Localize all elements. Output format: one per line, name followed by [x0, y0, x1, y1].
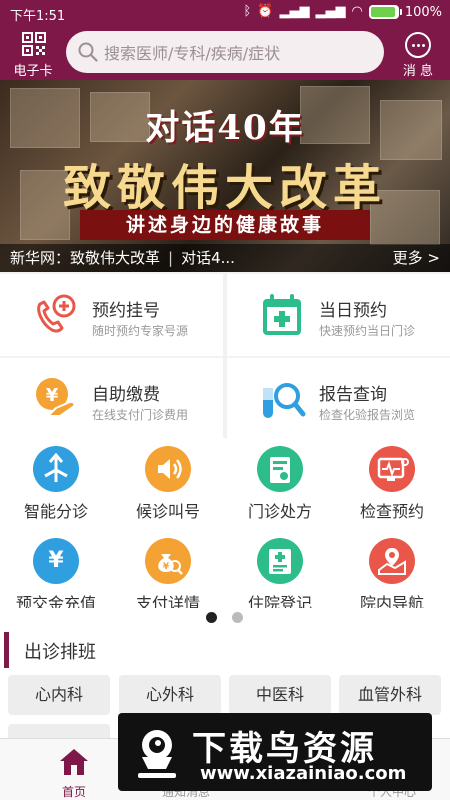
- grid-item-prescription[interactable]: 门诊处方: [224, 438, 336, 530]
- pager-dots: [0, 608, 450, 628]
- status-icons: ᛒ ⏰ ▂▄▆ ▂▄▆ ◠ 100%: [243, 4, 442, 20]
- grid-item-label: 候诊叫号: [135, 502, 200, 521]
- grid-item-queue-call[interactable]: 候诊叫号: [112, 438, 224, 530]
- e-card-label: 电子卡: [13, 64, 53, 79]
- home-icon: [60, 749, 88, 775]
- department-button[interactable]: 心内科: [8, 675, 110, 715]
- signal-icon: ▂▄▆: [279, 4, 310, 19]
- svg-text:¥: ¥: [46, 385, 59, 406]
- battery-icon: [368, 5, 402, 19]
- service-subtitle: 在线支付门诊费用: [92, 408, 189, 422]
- section-accent-bar: [4, 632, 9, 668]
- grid-item-label: 检查预约: [359, 502, 424, 521]
- phone-plus-icon: [37, 294, 76, 333]
- yuan-hand-icon: ¥: [36, 378, 76, 417]
- service-title: 自助缴费: [92, 385, 160, 405]
- banner-caption-next: 对话4...: [181, 249, 235, 267]
- search-input[interactable]: 搜索医师/专科/疾病/症状: [66, 31, 384, 73]
- qr-code-icon: [22, 32, 46, 56]
- grid-item-label: 门诊处方: [247, 502, 312, 521]
- service-card-same-day[interactable]: 当日预约 快速预约当日门诊: [227, 274, 450, 356]
- hospital-register-icon: [257, 538, 303, 584]
- wifi-icon: ◠: [351, 4, 363, 19]
- service-card-self-pay[interactable]: ¥ 自助缴费 在线支付门诊费用: [0, 358, 223, 440]
- service-title: 预约挂号: [92, 301, 160, 321]
- messages-label: 消 息: [402, 64, 434, 79]
- split-arrows-icon: [33, 446, 79, 492]
- status-time: 下午1:51: [10, 9, 66, 24]
- service-subtitle: 快速预约当日门诊: [319, 324, 416, 338]
- service-title: 报告查询: [319, 385, 387, 405]
- feature-grid: 智能分诊 候诊叫号 门诊处方 检查预约 ¥ 预交金充值 ¥ 支付详情 住院登记 …: [0, 438, 450, 620]
- bird-logo-icon: [138, 730, 176, 778]
- status-bar: 下午1:51 ᛒ ⏰ ▂▄▆ ▂▄▆ ◠ 100%: [0, 0, 450, 26]
- e-card-button[interactable]: 电子卡: [8, 30, 58, 79]
- department-button[interactable]: 血管外科: [339, 675, 441, 715]
- grid-item-label: 智能分诊: [23, 502, 88, 521]
- service-subtitle: 随时预约专家号源: [92, 324, 189, 338]
- banner-title-line3: 讲述身边的健康故事: [80, 210, 370, 240]
- search-placeholder: 搜索医师/专科/疾病/症状: [104, 44, 281, 63]
- app-header: 下午1:51 ᛒ ⏰ ▂▄▆ ▂▄▆ ◠ 100% 电子卡 搜索医师/专科/疾病…: [0, 0, 450, 80]
- grid-item-exam-booking[interactable]: 检查预约: [336, 438, 448, 530]
- grid-item-smart-triage[interactable]: 智能分诊: [0, 438, 112, 530]
- yuan-circle-icon: ¥: [33, 538, 79, 584]
- watermark-url: www.xiazainiao.com: [200, 763, 407, 784]
- pager-dot-active[interactable]: [206, 612, 217, 623]
- service-cards: 预约挂号 随时预约专家号源 当日预约 快速预约当日门诊 ¥ 自助缴费 在线支付门…: [0, 272, 450, 440]
- banner-caption-text: 新华网：致敬伟大改革: [10, 249, 161, 267]
- monitor-stethoscope-icon: [369, 446, 415, 492]
- map-pin-icon: [369, 538, 415, 584]
- service-subtitle: 检查化验报告浏览: [319, 408, 416, 422]
- alarm-icon: ⏰: [257, 4, 274, 19]
- watermark: 下载鸟资源 www.xiazainiao.com: [118, 713, 432, 791]
- speaker-icon: [145, 446, 191, 492]
- schedule-title: 出诊排班: [24, 642, 96, 663]
- pager-dot[interactable]: [232, 612, 243, 623]
- signal-icon-2: ▂▄▆: [315, 4, 346, 19]
- messages-button[interactable]: 消 息: [394, 30, 442, 79]
- service-card-appointment[interactable]: 预约挂号 随时预约专家号源: [0, 274, 223, 356]
- bluetooth-icon: ᛒ: [243, 4, 252, 19]
- money-bag-search-icon: ¥: [145, 538, 191, 584]
- nav-home[interactable]: 首页: [18, 739, 130, 800]
- news-banner[interactable]: 对话40年 致敬伟大改革 讲述身边的健康故事 新华网：致敬伟大改革 | 对话4...…: [0, 80, 450, 272]
- prescription-icon: [257, 446, 303, 492]
- service-title: 当日预约: [319, 301, 387, 321]
- search-icon: [78, 42, 98, 62]
- svg-text:¥: ¥: [163, 562, 170, 572]
- message-bubble-icon: [405, 32, 431, 58]
- battery-level: 100%: [404, 4, 442, 20]
- test-tube-search-icon: [263, 383, 306, 418]
- banner-caption: 新华网：致敬伟大改革 | 对话4... 更多 >: [0, 244, 450, 272]
- banner-title-line2: 致敬伟大改革: [62, 160, 387, 216]
- nav-label: 首页: [61, 785, 86, 799]
- service-card-report[interactable]: 报告查询 检查化验报告浏览: [227, 358, 450, 440]
- department-button[interactable]: 心外科: [119, 675, 221, 715]
- banner-title-line1: 对话40年: [145, 108, 305, 148]
- calendar-cross-icon: [263, 294, 301, 335]
- banner-more-link[interactable]: 更多 >: [393, 244, 440, 272]
- department-button[interactable]: 中医科: [229, 675, 331, 715]
